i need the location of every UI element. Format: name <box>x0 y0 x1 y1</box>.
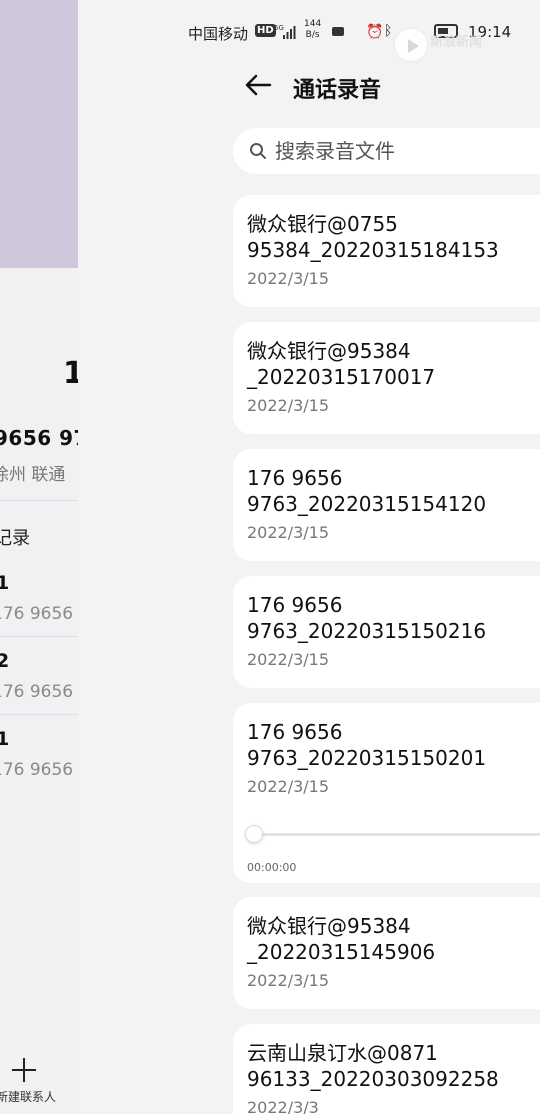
search-input[interactable] <box>275 128 540 174</box>
search-icon <box>250 143 266 159</box>
playback-elapsed-time: 00:00:00 <box>247 861 297 874</box>
network-speed: 144 B/s <box>304 19 321 41</box>
recording-item[interactable]: 176 9656 9763_20220315150216 2022/3/15 <box>233 576 540 688</box>
call-record-count: 1 <box>0 572 10 594</box>
recording-item[interactable]: 微众银行@0755 95384_20220315184153 2022/3/15 <box>233 195 540 307</box>
new-contact-button-label[interactable]: 新建联系人 <box>0 1088 56 1105</box>
playback-progress-bar[interactable] <box>247 833 540 836</box>
alarm-icon: ⏰ <box>366 24 384 40</box>
back-arrow-icon[interactable] <box>244 72 274 98</box>
bluetooth-icon: ᛒ <box>384 23 393 39</box>
camera-icon <box>332 27 344 36</box>
call-records-heading: 记录 <box>0 528 30 549</box>
recording-item[interactable]: 云南山泉订水@0871 96133_20220303092258 2022/3/… <box>233 1024 540 1114</box>
page-title: 通话录音 <box>293 78 382 103</box>
divider <box>0 714 78 715</box>
contact-phone-number[interactable]: 9656 97 <box>0 426 78 450</box>
recording-date: 2022/3/3 <box>247 1098 319 1114</box>
network-speed-value: 144 <box>304 19 322 29</box>
call-record-number[interactable]: 176 9656 9 <box>0 604 78 624</box>
watermark-text: 新浪新闻 <box>430 35 483 50</box>
carrier-name: 中国移动 <box>188 25 249 43</box>
network-speed-unit: B/s <box>305 30 320 40</box>
call-recordings-pane: 中国移动 HD 5G 144 B/s ⏰ ᛒ 19:14 新浪新闻 通话录音 搜… <box>78 0 540 1114</box>
recording-item[interactable]: 176 9656 9763_20220315154120 2022/3/15 <box>233 449 540 561</box>
recording-date: 2022/3/15 <box>247 269 330 288</box>
recording-date: 2022/3/15 <box>247 971 330 990</box>
watermark-logo-icon <box>394 28 428 62</box>
recording-date: 2022/3/15 <box>247 650 330 669</box>
recording-name: 云南山泉订水@0871 96133_20220303092258 <box>247 1041 499 1091</box>
recording-name: 微众银行@95384 _20220315145906 <box>247 914 436 964</box>
recording-date: 2022/3/15 <box>247 777 330 796</box>
divider <box>0 636 78 637</box>
search-bar[interactable] <box>233 128 540 174</box>
hd-badge: HD <box>255 24 276 37</box>
contact-header-banner <box>0 0 78 268</box>
recording-name: 微众银行@95384 _20220315170017 <box>247 339 436 389</box>
recording-date: 2022/3/15 <box>247 523 330 542</box>
call-record-number[interactable]: 176 9656 9 <box>0 760 78 780</box>
network-type-label: 5G <box>274 24 284 32</box>
call-record-count: 2 <box>0 650 10 672</box>
contact-location: 徐州 联通 <box>0 465 66 485</box>
recording-item-expanded[interactable]: 176 9656 9763_20220315150201 2022/3/15 0… <box>233 703 540 883</box>
add-contact-icon[interactable] <box>12 1058 36 1082</box>
call-record-number[interactable]: 176 9656 9 <box>0 682 78 702</box>
app-header: 通话录音 <box>78 62 540 112</box>
contact-detail-pane: 1 9656 97 徐州 联通 记录 1 176 9656 9 2 176 96… <box>0 0 78 1114</box>
recording-item[interactable]: 微众银行@95384 _20220315170017 2022/3/15 <box>233 322 540 434</box>
recording-name: 176 9656 9763_20220315150201 <box>247 720 487 770</box>
divider <box>0 500 78 501</box>
recording-item[interactable]: 微众银行@95384 _20220315145906 2022/3/15 <box>233 897 540 1009</box>
recording-date: 2022/3/15 <box>247 396 330 415</box>
call-record-count: 1 <box>0 728 10 750</box>
recording-name: 微众银行@0755 95384_20220315184153 <box>247 212 499 262</box>
recording-name: 176 9656 9763_20220315150216 <box>247 593 487 643</box>
playback-seek-handle[interactable] <box>245 825 263 843</box>
status-bar: 中国移动 HD 5G 144 B/s ⏰ ᛒ 19:14 新浪新闻 <box>78 0 540 62</box>
signal-icon: 5G <box>274 24 296 39</box>
recording-name: 176 9656 9763_20220315154120 <box>247 466 487 516</box>
contact-count: 1 <box>63 356 78 391</box>
